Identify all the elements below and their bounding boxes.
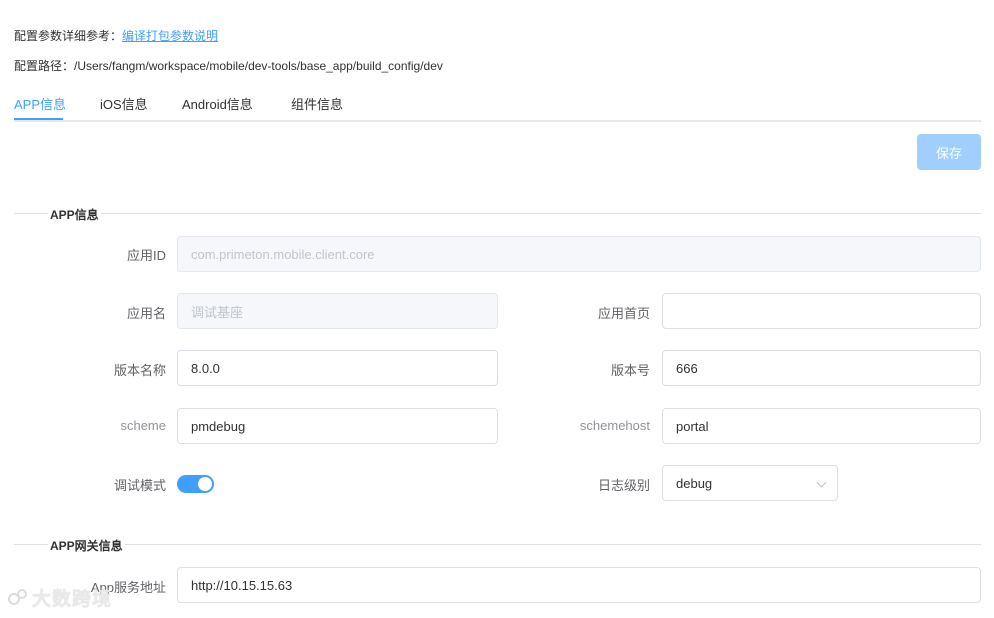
section-title-app: APP信息 <box>48 206 101 223</box>
app-name-label: 应用名 <box>126 306 166 321</box>
log-level-value: debug <box>676 475 713 491</box>
tab-component-info[interactable]: 组件信息 <box>291 94 343 113</box>
save-button[interactable]: 保存 <box>917 134 981 170</box>
version-name-label: 版本名称 <box>113 363 166 378</box>
app-id-label: 应用ID <box>126 248 166 263</box>
chevron-down-icon <box>816 477 827 488</box>
scheme-label: scheme <box>120 418 166 433</box>
reference-label: 配置参数详细参考： <box>14 29 123 43</box>
debug-mode-label: 调试模式 <box>113 478 166 493</box>
config-path: 配置路径：/Users/fangm/workspace/mobile/dev-t… <box>14 59 443 73</box>
home-page-label: 应用首页 <box>597 306 650 321</box>
section-title-gateway: APP网关信息 <box>48 537 125 554</box>
param-doc-link[interactable]: 编译打包参数说明 <box>122 29 218 43</box>
version-name-input[interactable]: 8.0.0 <box>177 350 498 386</box>
reference-line: 配置参数详细参考：编译打包参数说明 <box>14 27 218 44</box>
log-level-select[interactable]: debug <box>662 465 838 501</box>
log-level-label: 日志级别 <box>597 478 650 493</box>
version-code-label: 版本号 <box>610 363 650 378</box>
home-page-input[interactable] <box>662 293 981 329</box>
tab-bar: APP信息 iOS信息 Android信息 组件信息 <box>14 92 981 122</box>
debug-mode-switch[interactable] <box>177 475 214 493</box>
tab-android-info[interactable]: Android信息 <box>182 94 253 113</box>
app-name-input[interactable]: 调试基座 <box>177 293 498 329</box>
tab-ios-info[interactable]: iOS信息 <box>100 94 148 113</box>
scheme-host-input[interactable]: portal <box>662 408 981 444</box>
tab-app-info[interactable]: APP信息 <box>14 94 66 113</box>
watermark-text: 大数跨境 <box>32 589 113 610</box>
active-tab-indicator <box>14 118 63 120</box>
version-code-input[interactable]: 666 <box>662 350 981 386</box>
service-address-input[interactable]: http://10.15.15.63 <box>177 567 981 603</box>
app-id-input[interactable]: com.primeton.mobile.client.core <box>177 236 981 272</box>
scheme-input[interactable]: pmdebug <box>177 408 498 444</box>
scheme-host-label: schemehost <box>579 418 650 433</box>
section-divider-app <box>14 213 981 214</box>
switch-knob <box>198 477 212 491</box>
watermark-logo-icon <box>8 589 27 605</box>
section-divider-gateway <box>14 544 981 545</box>
